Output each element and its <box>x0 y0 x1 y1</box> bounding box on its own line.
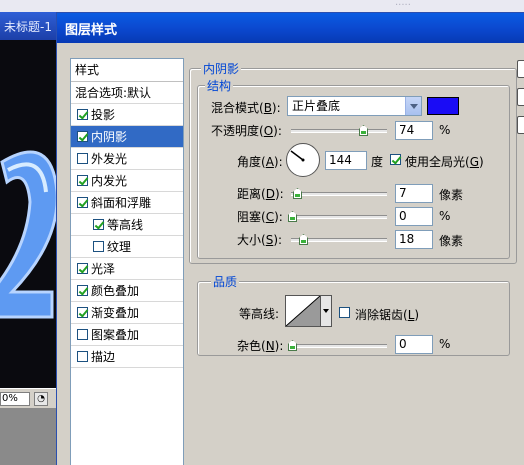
noise-unit: % <box>439 337 451 351</box>
sidebar-item[interactable]: 内阴影 <box>71 126 183 148</box>
choke-label: 阻塞(C): <box>237 210 283 224</box>
blend-mode-value: 正片叠底 <box>292 99 341 113</box>
document-canvas[interactable] <box>0 40 60 388</box>
sidebar-item[interactable]: 外发光 <box>71 148 183 170</box>
ok-button[interactable] <box>517 60 524 78</box>
contour-curve-icon <box>285 295 321 327</box>
sidebar-item[interactable]: 投影 <box>71 104 183 126</box>
sidebar-item-checkbox[interactable] <box>77 285 88 296</box>
contour-picker[interactable] <box>285 295 321 327</box>
quality-title: 品质 <box>211 273 240 290</box>
background-title-text: ..... <box>395 0 411 8</box>
distance-slider[interactable] <box>291 188 387 199</box>
choke-unit: % <box>439 209 451 223</box>
zoom-field[interactable]: 0% <box>0 392 30 406</box>
sidebar-item[interactable]: 图案叠加 <box>71 324 183 346</box>
dialog-titlebar[interactable]: 图层样式 <box>57 13 524 43</box>
layer-style-dialog: 图层样式 样式 混合选项:默认 投影 内阴影 外发光 内发光 斜面和浮雕 等高线 纹理 光泽颜… <box>56 12 524 465</box>
sidebar-item-checkbox[interactable] <box>77 329 88 340</box>
sidebar-item-checkbox[interactable] <box>77 263 88 274</box>
sidebar-item-checkbox[interactable] <box>93 219 104 230</box>
angle-hand <box>290 150 305 162</box>
opacity-slider[interactable] <box>291 125 387 136</box>
size-input[interactable]: 18 <box>395 230 433 249</box>
artwork-shape <box>0 150 59 319</box>
sidebar-item-label: 投影 <box>91 108 116 122</box>
global-light-checkbox[interactable] <box>390 154 401 165</box>
sidebar-item-label: 外发光 <box>91 152 128 166</box>
sidebar-item-label: 斜面和浮雕 <box>91 196 152 210</box>
sidebar-item-checkbox[interactable] <box>77 131 88 142</box>
sidebar-item-label: 内发光 <box>91 174 128 188</box>
sidebar-item-label: 等高线 <box>107 218 144 232</box>
document-title: 未标题-1 <box>4 20 52 34</box>
new-style-button[interactable] <box>517 116 524 134</box>
status-arrow-icon[interactable]: ◔ <box>34 392 48 406</box>
background-window-strip: ..... <box>0 0 524 12</box>
antialias-checkbox[interactable] <box>339 307 350 318</box>
choke-input[interactable]: 0 <box>395 207 433 226</box>
chevron-down-icon[interactable] <box>405 97 421 115</box>
sidebar-item[interactable]: 渐变叠加 <box>71 302 183 324</box>
sidebar-item-label: 描边 <box>91 350 116 364</box>
sidebar-item-checkbox[interactable] <box>77 153 88 164</box>
sidebar-item-label: 颜色叠加 <box>91 284 140 298</box>
noise-label: 杂色(N): <box>237 339 284 353</box>
sidebar-item-label: 纹理 <box>107 240 132 254</box>
sidebar-item-label: 内阴影 <box>91 130 128 144</box>
size-slider[interactable] <box>291 234 387 245</box>
document-status-bar: 0% ◔ <box>0 388 60 408</box>
noise-input[interactable]: 0 <box>395 335 433 354</box>
structure-title: 结构 <box>205 77 234 94</box>
sidebar-item[interactable]: 纹理 <box>71 236 183 258</box>
sidebar-item[interactable]: 颜色叠加 <box>71 280 183 302</box>
dialog-title: 图层样式 <box>65 23 118 38</box>
antialias-label[interactable]: 消除锯齿(L) <box>355 306 419 323</box>
inner-shadow-title: 内阴影 <box>201 60 242 77</box>
opacity-unit: % <box>439 123 451 137</box>
sidebar-item-checkbox[interactable] <box>77 109 88 120</box>
distance-label: 距离(D): <box>237 187 284 201</box>
contour-dropdown-button[interactable] <box>321 295 332 327</box>
shadow-color-swatch[interactable] <box>427 97 459 115</box>
sidebar-item-checkbox[interactable] <box>77 197 88 208</box>
blend-options-item[interactable]: 混合选项:默认 <box>71 82 183 104</box>
angle-unit: 度 <box>371 155 384 169</box>
styles-header[interactable]: 样式 <box>71 59 183 82</box>
noise-slider[interactable] <box>288 340 387 351</box>
sidebar-item[interactable]: 等高线 <box>71 214 183 236</box>
sidebar-item-label: 光泽 <box>91 262 116 276</box>
styles-list: 样式 混合选项:默认 投影内阴影外发光内发光斜面和浮雕等高线纹理光泽颜色叠加渐变… <box>70 58 184 465</box>
sidebar-item[interactable]: 内发光 <box>71 170 183 192</box>
distance-input[interactable]: 7 <box>395 184 433 203</box>
global-light-label[interactable]: 使用全局光(G) <box>405 153 484 170</box>
distance-unit: 像素 <box>439 188 464 202</box>
sidebar-item-label: 渐变叠加 <box>91 306 140 320</box>
opacity-input[interactable]: 74 <box>395 121 433 140</box>
sidebar-item-checkbox[interactable] <box>93 241 104 252</box>
contour-label: 等高线: <box>239 307 280 321</box>
sidebar-item-checkbox[interactable] <box>77 351 88 362</box>
size-label: 大小(S): <box>237 233 283 247</box>
angle-label: 角度(A): <box>237 155 283 169</box>
sidebar-item[interactable]: 描边 <box>71 346 183 368</box>
sidebar-item-checkbox[interactable] <box>77 175 88 186</box>
angle-dial[interactable] <box>286 143 320 177</box>
blend-mode-select[interactable]: 正片叠底 <box>287 96 422 116</box>
workspace-area <box>0 408 60 465</box>
sidebar-item[interactable]: 光泽 <box>71 258 183 280</box>
size-unit: 像素 <box>439 234 464 248</box>
blend-mode-label: 混合模式(B): <box>211 101 281 115</box>
opacity-label: 不透明度(O): <box>211 124 282 138</box>
sidebar-item-checkbox[interactable] <box>77 307 88 318</box>
cancel-button[interactable] <box>517 88 524 106</box>
sidebar-item[interactable]: 斜面和浮雕 <box>71 192 183 214</box>
sidebar-item-label: 图案叠加 <box>91 328 140 342</box>
angle-input[interactable]: 144 <box>325 151 367 170</box>
choke-slider[interactable] <box>288 211 387 222</box>
inner-shadow-panel: 内阴影 结构 混合模式(B): 正片叠底 不透明度(O): 74 % 角度(A)… <box>189 60 519 465</box>
